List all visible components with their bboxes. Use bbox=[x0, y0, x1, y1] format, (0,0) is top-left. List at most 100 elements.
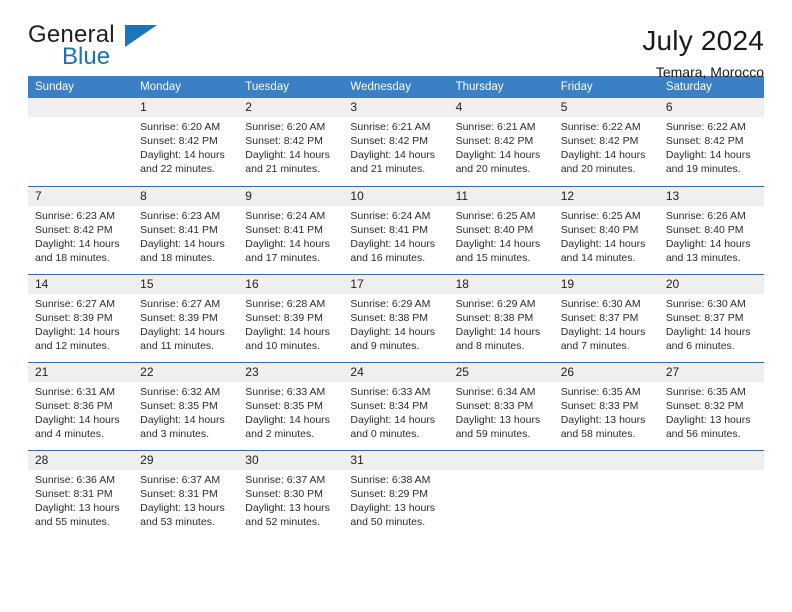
page-title: July 2024 bbox=[642, 25, 764, 56]
day-details: Sunrise: 6:28 AM Sunset: 8:39 PM Daylight:… bbox=[238, 294, 343, 353]
sunset-text: Sunset: 8:41 PM bbox=[245, 223, 323, 236]
sunrise-text: Sunrise: 6:25 AM bbox=[560, 209, 641, 222]
day-cell[interactable]: 6 Sunrise: 6:22 AM Sunset: 8:42 PM Daylight… bbox=[658, 98, 764, 186]
daylight-text-line2: and 56 minutes. bbox=[665, 427, 741, 440]
day-details: Sunrise: 6:25 AM Sunset: 8:40 PM Daylight:… bbox=[449, 206, 554, 265]
sunrise-text: Sunrise: 6:23 AM bbox=[35, 209, 115, 222]
day-cell[interactable]: 23 Sunrise: 6:33 AM Sunset: 8:35 PM Dayligh… bbox=[238, 361, 344, 450]
day-cell[interactable]: 16 Sunrise: 6:28 AM Sunset: 8:39 PM Dayligh… bbox=[238, 273, 344, 362]
sunrise-text: Sunrise: 6:37 AM bbox=[140, 473, 221, 486]
day-number: 2 bbox=[238, 98, 344, 117]
daylight-text-line1: Daylight: 13 hours bbox=[455, 413, 541, 426]
day-details: Sunrise: 6:38 AM Sunset: 8:29 PM Daylight:… bbox=[343, 470, 448, 529]
day-cell[interactable]: 25 Sunrise: 6:34 AM Sunset: 8:33 PM Dayligh… bbox=[448, 361, 554, 450]
sunrise-text: Sunrise: 6:34 AM bbox=[455, 385, 536, 398]
day-number: 10 bbox=[343, 186, 449, 206]
day-details: Sunrise: 6:21 AM Sunset: 8:42 PM Daylight:… bbox=[343, 117, 448, 176]
daylight-text-line2: and 12 minutes. bbox=[35, 339, 110, 352]
day-details: Sunrise: 6:20 AM Sunset: 8:42 PM Daylight:… bbox=[238, 117, 343, 176]
day-cell[interactable]: 10 Sunrise: 6:24 AM Sunset: 8:41 PM Dayligh… bbox=[343, 185, 449, 274]
day-details: Sunrise: 6:27 AM Sunset: 8:39 PM Daylight:… bbox=[28, 294, 133, 353]
day-cell[interactable]: 9 Sunrise: 6:24 AM Sunset: 8:41 PM Daylight… bbox=[238, 185, 344, 274]
day-cell[interactable]: 29 Sunrise: 6:37 AM Sunset: 8:31 PM Dayligh… bbox=[133, 449, 239, 538]
day-cell[interactable] bbox=[553, 449, 659, 538]
sunrise-text: Sunrise: 6:26 AM bbox=[665, 209, 746, 222]
day-details bbox=[28, 117, 133, 120]
daylight-text-line1: Daylight: 14 hours bbox=[35, 325, 120, 338]
day-cell[interactable] bbox=[658, 449, 764, 538]
daylight-text-line2: and 16 minutes. bbox=[350, 251, 426, 264]
day-number: 14 bbox=[28, 274, 134, 294]
daylight-text-line1: Daylight: 14 hours bbox=[245, 237, 330, 250]
day-details bbox=[554, 470, 659, 473]
day-number: 22 bbox=[133, 362, 239, 382]
day-cell[interactable]: 18 Sunrise: 6:29 AM Sunset: 8:38 PM Dayligh… bbox=[448, 273, 554, 362]
day-cell[interactable]: 1 Sunrise: 6:20 AM Sunset: 8:42 PM Daylight… bbox=[133, 98, 239, 186]
sunset-text: Sunset: 8:39 PM bbox=[35, 311, 113, 324]
day-details: Sunrise: 6:22 AM Sunset: 8:42 PM Daylight:… bbox=[554, 117, 659, 176]
day-cell[interactable]: 11 Sunrise: 6:25 AM Sunset: 8:40 PM Dayligh… bbox=[448, 185, 554, 274]
sunset-text: Sunset: 8:35 PM bbox=[245, 399, 323, 412]
day-cell[interactable]: 4 Sunrise: 6:21 AM Sunset: 8:42 PM Daylight… bbox=[448, 98, 554, 186]
day-cell[interactable]: 27 Sunrise: 6:35 AM Sunset: 8:32 PM Dayligh… bbox=[658, 361, 764, 450]
day-cell[interactable]: 20 Sunrise: 6:30 AM Sunset: 8:37 PM Dayligh… bbox=[658, 273, 764, 362]
daylight-text-line1: Daylight: 13 hours bbox=[35, 501, 120, 514]
day-cell[interactable]: 26 Sunrise: 6:35 AM Sunset: 8:33 PM Dayligh… bbox=[553, 361, 659, 450]
day-number bbox=[553, 450, 659, 470]
day-details: Sunrise: 6:29 AM Sunset: 8:38 PM Daylight:… bbox=[343, 294, 448, 353]
daylight-text-line1: Daylight: 14 hours bbox=[665, 325, 751, 338]
daylight-text-line1: Daylight: 14 hours bbox=[140, 237, 225, 250]
daylight-text-line2: and 4 minutes. bbox=[35, 427, 104, 440]
day-cell[interactable]: 13 Sunrise: 6:26 AM Sunset: 8:40 PM Dayligh… bbox=[658, 185, 764, 274]
sunset-text: Sunset: 8:38 PM bbox=[350, 311, 429, 324]
daylight-text-line2: and 52 minutes. bbox=[245, 515, 320, 528]
sunset-text: Sunset: 8:40 PM bbox=[560, 223, 639, 236]
calendar-table: Sunday Monday Tuesday Wednesday Thursday… bbox=[28, 76, 764, 538]
daylight-text-line1: Daylight: 14 hours bbox=[455, 149, 541, 161]
day-number: 17 bbox=[343, 274, 449, 294]
day-cell[interactable]: 7 Sunrise: 6:23 AM Sunset: 8:42 PM Daylight… bbox=[28, 185, 134, 274]
day-cell[interactable] bbox=[28, 98, 134, 186]
day-cell[interactable]: 2 Sunrise: 6:20 AM Sunset: 8:42 PM Daylight… bbox=[238, 98, 344, 186]
day-details: Sunrise: 6:37 AM Sunset: 8:30 PM Daylight:… bbox=[238, 470, 343, 529]
day-number: 12 bbox=[553, 186, 659, 206]
day-cell[interactable]: 5 Sunrise: 6:22 AM Sunset: 8:42 PM Daylight… bbox=[553, 98, 659, 186]
sunrise-text: Sunrise: 6:32 AM bbox=[140, 385, 221, 398]
sunset-text: Sunset: 8:42 PM bbox=[455, 135, 534, 147]
sunrise-text: Sunrise: 6:30 AM bbox=[560, 297, 641, 310]
daylight-text-line1: Daylight: 14 hours bbox=[350, 413, 436, 426]
day-cell[interactable]: 17 Sunrise: 6:29 AM Sunset: 8:38 PM Dayligh… bbox=[343, 273, 449, 362]
day-cell[interactable]: 15 Sunrise: 6:27 AM Sunset: 8:39 PM Dayligh… bbox=[133, 273, 239, 362]
day-cell[interactable]: 24 Sunrise: 6:33 AM Sunset: 8:34 PM Dayligh… bbox=[343, 361, 449, 450]
day-cell[interactable] bbox=[448, 449, 554, 538]
day-cell[interactable]: 14 Sunrise: 6:27 AM Sunset: 8:39 PM Dayligh… bbox=[28, 273, 134, 362]
daylight-text-line2: and 21 minutes. bbox=[350, 163, 426, 175]
day-details: Sunrise: 6:32 AM Sunset: 8:35 PM Daylight:… bbox=[133, 382, 238, 441]
day-number bbox=[448, 450, 554, 470]
sunset-text: Sunset: 8:33 PM bbox=[455, 399, 534, 412]
sunset-text: Sunset: 8:38 PM bbox=[455, 311, 534, 324]
day-cell[interactable]: 28 Sunrise: 6:36 AM Sunset: 8:31 PM Dayligh… bbox=[28, 449, 134, 538]
day-cell[interactable]: 31 Sunrise: 6:38 AM Sunset: 8:29 PM Dayligh… bbox=[343, 449, 449, 538]
day-details: Sunrise: 6:26 AM Sunset: 8:40 PM Daylight:… bbox=[659, 206, 764, 265]
day-number: 19 bbox=[553, 274, 659, 294]
sunset-text: Sunset: 8:41 PM bbox=[140, 223, 218, 236]
day-details: Sunrise: 6:34 AM Sunset: 8:33 PM Daylight:… bbox=[449, 382, 554, 441]
day-cell[interactable]: 19 Sunrise: 6:30 AM Sunset: 8:37 PM Dayligh… bbox=[553, 273, 659, 362]
day-number: 15 bbox=[133, 274, 239, 294]
general-blue-logo[interactable]: General Blue bbox=[28, 22, 228, 74]
day-cell[interactable]: 21 Sunrise: 6:31 AM Sunset: 8:36 PM Dayligh… bbox=[28, 361, 134, 450]
day-details: Sunrise: 6:36 AM Sunset: 8:31 PM Daylight:… bbox=[28, 470, 133, 529]
day-cell[interactable]: 12 Sunrise: 6:25 AM Sunset: 8:40 PM Dayligh… bbox=[553, 185, 659, 274]
day-cell[interactable]: 8 Sunrise: 6:23 AM Sunset: 8:41 PM Daylight… bbox=[133, 185, 239, 274]
daylight-text-line2: and 59 minutes. bbox=[455, 427, 531, 440]
sunrise-text: Sunrise: 6:20 AM bbox=[245, 121, 326, 133]
day-cell[interactable]: 22 Sunrise: 6:32 AM Sunset: 8:35 PM Dayligh… bbox=[133, 361, 239, 450]
day-number bbox=[28, 98, 134, 117]
daylight-text-line1: Daylight: 13 hours bbox=[245, 501, 330, 514]
sunset-text: Sunset: 8:42 PM bbox=[35, 223, 113, 236]
daylight-text-line2: and 21 minutes. bbox=[245, 163, 320, 175]
day-cell[interactable]: 30 Sunrise: 6:37 AM Sunset: 8:30 PM Dayligh… bbox=[238, 449, 344, 538]
day-cell[interactable]: 3 Sunrise: 6:21 AM Sunset: 8:42 PM Daylight… bbox=[343, 98, 449, 186]
sunrise-text: Sunrise: 6:20 AM bbox=[140, 121, 221, 133]
